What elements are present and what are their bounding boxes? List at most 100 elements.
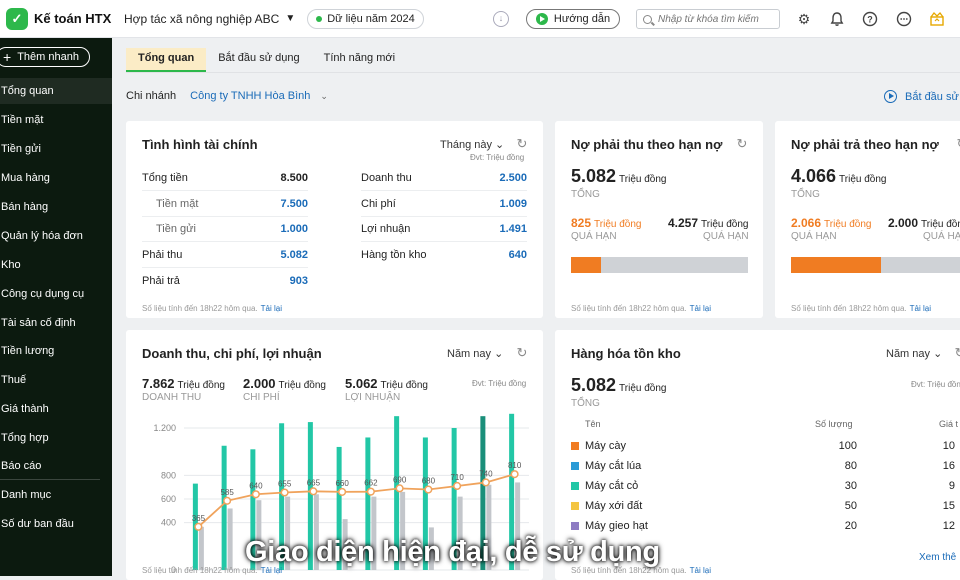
row-value[interactable]: 640 — [509, 249, 527, 261]
sidebar-item-catalog[interactable]: Danh mục — [0, 482, 112, 508]
row-value[interactable]: 903 — [290, 275, 308, 287]
sidebar-item-summary[interactable]: Tổng hợp — [0, 425, 112, 451]
sidebar-item-payroll[interactable]: Tiền lương — [0, 338, 112, 364]
data-year-badge[interactable]: Dữ liệu năm 2024 — [307, 8, 424, 29]
svg-text:?: ? — [867, 15, 873, 25]
finance-footnote: Số liệu tính đến 18h22 hôm qua. Tải lại — [142, 304, 282, 313]
search-input[interactable] — [658, 13, 774, 25]
finance-unit: Đvt: Triệu đồng — [470, 153, 525, 162]
item-quantity: 50 — [844, 500, 857, 512]
reload-link[interactable]: Tải lại — [910, 304, 931, 313]
refresh-icon[interactable]: ↻ — [515, 346, 529, 360]
sidebar-item-fixed-assets[interactable]: Tài sản cố định — [0, 310, 112, 336]
receivable-overdue-label: QUÁ HẠN — [571, 231, 617, 242]
search-icon — [643, 14, 652, 24]
tab-new-features[interactable]: Tính năng mới — [312, 48, 407, 72]
sidebar-item-purchasing[interactable]: Mua hàng — [0, 165, 112, 191]
sidebar-item-label: Kho — [1, 259, 21, 271]
branch-selector[interactable]: Chi nhánh Công ty TNHH Hòa Bình ⌄ — [126, 90, 328, 102]
sidebar-item-opening-balance[interactable]: Số dư ban đầu — [0, 511, 112, 537]
refresh-icon[interactable]: ↻ — [515, 137, 529, 151]
profit-point — [194, 522, 203, 531]
finance-row: Chi phí 1.009 — [361, 192, 527, 217]
list-item[interactable]: Máy cắt lúa 80 16 — [571, 457, 960, 477]
receivable-progress-bar — [571, 257, 748, 273]
reload-link[interactable]: Tải lại — [690, 304, 711, 313]
download-icon[interactable]: ↓ — [493, 11, 509, 27]
refresh-icon[interactable]: ↻ — [953, 346, 960, 360]
organization-selector[interactable]: Hợp tác xã nông nghiệp ABC ▼ — [124, 12, 295, 26]
profit-point — [280, 488, 289, 497]
sidebar-item-warehouse[interactable]: Kho — [0, 252, 112, 278]
start-using-button[interactable]: Bắt đầu sử — [884, 90, 959, 103]
summary-revenue: 7.862 Triệu đồng — [142, 376, 225, 391]
list-item[interactable]: Máy xới đất 50 15 — [571, 497, 960, 517]
revenue-period-select[interactable]: Năm nay ⌄ — [447, 347, 503, 360]
row-value[interactable]: 1.000 — [280, 223, 308, 235]
search-box[interactable] — [636, 9, 780, 29]
finance-row: Hàng tồn kho 640 — [361, 243, 527, 268]
refresh-icon[interactable]: ↻ — [735, 137, 749, 151]
quick-add-button[interactable]: + Thêm nhanh — [0, 47, 90, 67]
list-item[interactable]: Máy gieo hạt 20 12 — [571, 517, 960, 537]
finance-row: Tiền mặt 7.500 — [142, 192, 308, 217]
row-label: Tổng tiền — [142, 172, 188, 184]
sidebar-item-label: Tiền lương — [1, 345, 55, 357]
gift-icon[interactable] — [929, 11, 945, 27]
revenue-chart-title: Doanh thu, chi phí, lợi nhuận — [142, 346, 322, 361]
bell-icon[interactable] — [829, 11, 845, 27]
sidebar-item-label: Mua hàng — [1, 172, 50, 184]
inventory-period-select[interactable]: Năm nay ⌄ — [886, 347, 942, 360]
row-value[interactable]: 2.500 — [499, 172, 527, 184]
branch-value: Công ty TNHH Hòa Bình — [190, 90, 311, 102]
chevron-down-icon: ⌄ — [320, 90, 328, 101]
sidebar-item-sales[interactable]: Bán hàng — [0, 194, 112, 220]
app-logo[interactable]: ✓ Kế toán HTX — [6, 7, 112, 30]
tab-getting-started[interactable]: Bắt đầu sử dụng — [206, 48, 311, 72]
finance-period-select[interactable]: Tháng này ⌄ — [440, 138, 504, 151]
app-name: Kế toán HTX — [34, 11, 112, 26]
sidebar-item-reports[interactable]: Báo cáo — [0, 453, 112, 479]
profit-data-label: 710 — [450, 473, 464, 482]
data-year-label: Dữ liệu năm 2024 — [327, 12, 415, 25]
receivable-card: Nợ phải thu theo hạn nợ ↻ 5.082 Triệu đồn… — [555, 121, 763, 318]
reload-link[interactable]: Tải lại — [261, 304, 282, 313]
refresh-icon[interactable]: ↻ — [955, 137, 960, 151]
row-value[interactable]: 1.009 — [499, 198, 527, 210]
profit-point — [453, 481, 462, 491]
row-value[interactable]: 5.082 — [280, 249, 308, 261]
row-label: Tiền mặt — [156, 198, 199, 210]
help-icon[interactable]: ? — [862, 11, 878, 27]
receivable-overdue: 825 Triệu đồng — [571, 216, 641, 230]
list-item[interactable]: Máy cắt cỏ 30 9 — [571, 477, 960, 497]
payable-total-value: 4.066 — [791, 166, 837, 186]
sidebar-item-cash[interactable]: Tiền mặt — [0, 107, 112, 133]
cost-bar — [198, 526, 204, 570]
logo-icon: ✓ — [6, 7, 28, 30]
receivable-total: 5.082 Triệu đồng — [571, 166, 666, 187]
gear-icon[interactable]: ⚙ — [796, 11, 812, 27]
reload-link[interactable]: Tải lại — [690, 566, 711, 575]
tab-overview[interactable]: Tổng quan — [126, 48, 207, 72]
more-icon[interactable] — [896, 11, 912, 27]
footnote-text: Số liệu tính đến 18h22 hôm qua. — [571, 304, 687, 313]
see-more-link[interactable]: Xem thê — [919, 552, 956, 563]
row-value[interactable]: 7.500 — [280, 198, 308, 210]
sidebar-item-tools[interactable]: Công cụ dụng cụ — [0, 281, 112, 307]
sidebar-item-overview[interactable]: Tổng quan — [0, 78, 112, 104]
payable-total: 4.066 Triệu đồng — [791, 166, 886, 187]
receivable-total-value: 5.082 — [571, 166, 617, 186]
row-value[interactable]: 8.500 — [280, 172, 308, 184]
list-item[interactable]: Máy cày 100 10 — [571, 437, 960, 457]
sidebar-item-invoices[interactable]: Quản lý hóa đơn — [0, 223, 112, 249]
row-value[interactable]: 1.491 — [499, 223, 527, 235]
header-name: Tên — [585, 419, 601, 429]
legend-swatch — [571, 522, 579, 530]
header-price: Giá t — [939, 419, 959, 429]
sidebar-item-deposits[interactable]: Tiền gửi — [0, 136, 112, 162]
sidebar-item-label: Giá thành — [1, 403, 49, 415]
tab-divider — [126, 72, 960, 73]
guide-button[interactable]: Hướng dẫn — [526, 9, 620, 29]
sidebar-item-costing[interactable]: Giá thành — [0, 396, 112, 422]
sidebar-item-tax[interactable]: Thuế — [0, 367, 112, 393]
